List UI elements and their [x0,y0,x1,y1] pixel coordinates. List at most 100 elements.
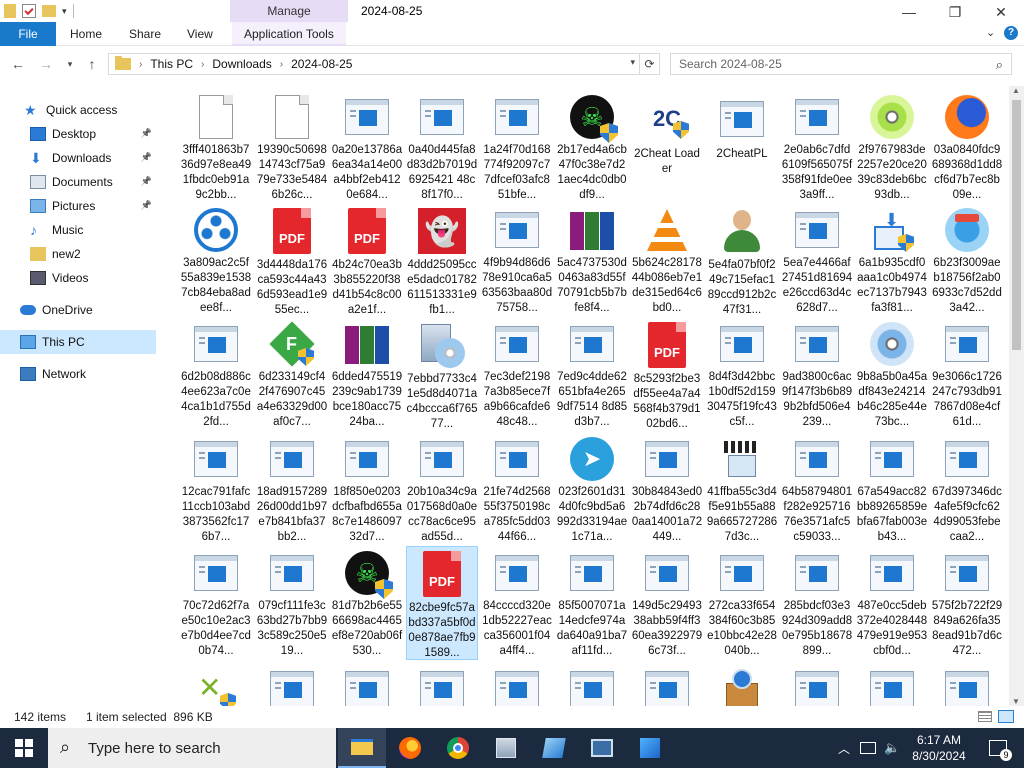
file-item[interactable]: 2C 2Cheat Loader [631,90,703,204]
file-item[interactable] [406,660,478,706]
file-item[interactable]: PDF 82cbe9fc57abd337a5bf0d0e878ae7fb91589… [406,546,478,660]
close-button[interactable]: ✕ [978,0,1024,24]
sidebar-item-videos[interactable]: Videos [0,266,156,290]
breadcrumb-this-pc[interactable]: This PC [150,57,193,71]
file-item[interactable]: 8d4f3d42bbc1b0df52d15930475f19fc43c5f... [706,317,778,431]
details-view-icon[interactable] [978,711,992,722]
file-item[interactable]: 9ad3800c6ac9f147f3b6b899b2bfd506e4239... [781,317,853,431]
file-item[interactable]: PDF 3d4448da176ca593c44a436d593ead1e955ec… [256,203,328,317]
file-item[interactable] [556,660,628,706]
file-item[interactable]: PDF 4b24c70ea3b3b855220f38d41b54c8c00a2e1… [331,203,403,317]
address-bar[interactable]: › This PC › Downloads › 2024-08-25 ▾ [108,53,640,75]
file-item[interactable]: 7ed9c4dde62651bfa4e2659df7514 8d85d3b7..… [556,317,628,431]
taskbar-app-2[interactable] [530,728,578,768]
file-item[interactable]: 64b58794801f282e92571676e3571afc5c59033.… [781,432,853,546]
file-item[interactable] [331,660,403,706]
file-item[interactable]: 6b23f3009aeb18756f2ab06933c7d52dd3a42... [931,203,1003,317]
minimize-button[interactable]: — [886,0,932,24]
sidebar-item-onedrive[interactable]: OneDrive [0,298,156,322]
file-item[interactable]: 5ac4737530d0463a83d55f70791cb5b7bfe8f4..… [556,203,628,317]
file-item[interactable]: PDF 8c5293f2be3df55ee4a7a4568f4b379d102bd… [631,317,703,431]
forward-button[interactable]: → [36,54,56,74]
sidebar-item-downloads[interactable]: ⬇ Downloads 📌 [0,146,156,170]
file-item[interactable]: 3a809ac2c5f55a839e15387cb84eba8adee8f... [180,203,252,317]
file-item[interactable]: 85f5007071a14edcfe974ada640a91ba7af11fd.… [556,546,628,660]
file-item[interactable]: 67a549acc82bb89265859ebfa67fab003eb43... [856,432,928,546]
taskbar-app-4[interactable] [626,728,674,768]
file-item[interactable]: 3fff401863b736d97e8ea491fbdc0eb91a9c2bb.… [180,90,252,204]
sidebar-item-desktop[interactable]: Desktop 📌 [0,122,156,146]
large-icons-view-icon[interactable] [998,710,1014,723]
refresh-button[interactable]: ⟳ [640,53,660,75]
file-item[interactable]: 7ebbd7733c41e5d8d4071ac4bccca6f76577... [406,317,478,431]
taskbar-search-input[interactable]: Type here to search [88,740,221,757]
scroll-up-icon[interactable]: ▲ [1012,86,1020,95]
file-item[interactable]: 03a0840fdc9689368d1dd8cf6d7b7ec8b09e... [931,90,1003,204]
up-button[interactable]: ↑ [82,54,102,74]
breadcrumb-current-folder[interactable]: 2024-08-25 [291,57,352,71]
file-item[interactable]: 41ffba55c3d4f5e91b55a889a6657272867d3c..… [706,432,778,546]
file-item[interactable] [856,660,928,706]
sidebar-item-pictures[interactable]: Pictures 📌 [0,194,156,218]
sidebar-item-documents[interactable]: Documents 📌 [0,170,156,194]
taskbar-clock[interactable]: 6:17 AM 8/30/2024 [904,732,974,764]
file-item[interactable]: 2f9767983de2257e20ce2039c83deb6bc93db... [856,90,928,204]
file-item[interactable]: 6d2b08d886c4ee623a7c0e4ca1b1d755d2fd... [180,317,252,431]
file-item[interactable]: 487e0cc5deb372e4028448479e919e953cbf0d..… [856,546,928,660]
network-status-icon[interactable] [860,742,877,754]
chevron-down-icon[interactable]: ▾ [62,6,67,17]
file-item[interactable]: ☠ 2b17ed4a6cb47f0c38e7d21aec4dc0db0df9... [556,90,628,204]
file-item[interactable]: 1a24f70d168774f92097c77dfcef03afc851bfe.… [481,90,553,204]
file-item[interactable]: ⬇ 6a1b935cdf0aaa1c0b4974ec7137b7943fa3f81… [856,203,928,317]
file-item[interactable]: ☠ 81d7b2b6e5566698ac4465ef8e720ab06f530..… [331,546,403,660]
file-item[interactable]: 18f850e0203dcfbafbd655a8c7e148609732d7..… [331,432,403,546]
sidebar-item-music[interactable]: ♪ Music [0,218,156,242]
file-item[interactable] [781,660,853,706]
vertical-scrollbar[interactable]: ▲ ▼ [1009,86,1024,706]
start-button[interactable] [0,728,48,768]
file-item[interactable]: 285bdcf03e3924d309add80e795b18678899... [781,546,853,660]
file-item[interactable]: 4f9b94d86d678e910ca6a563563baa80d75758..… [481,203,553,317]
file-item[interactable]: 0a40d445fa8d83d2b7019d6925421 48c8f17f0.… [406,90,478,204]
file-item[interactable] [256,660,328,706]
file-item[interactable]: 30b84843ed02b74dfd6c280aa14001a72449... [631,432,703,546]
file-item[interactable]: 21fe74d256855f3750198ca785fc5dd0344f66..… [481,432,553,546]
file-item[interactable]: ➤ 023f2601d314d0fc9bd5a6992d33194ae1c71a.… [556,432,628,546]
manage-context-tab[interactable]: Manage [230,0,348,22]
sidebar-item-this-pc[interactable]: This PC [0,330,156,354]
search-box[interactable]: Search 2024-08-25 ⌕ [670,53,1012,75]
tab-home[interactable]: Home [70,22,102,46]
file-item[interactable]: 18ad915728926d00dd1b97e7b841bfa37bb2... [256,432,328,546]
notification-center-button[interactable]: 9 [978,728,1018,768]
breadcrumb-downloads[interactable]: Downloads [212,57,271,71]
file-item[interactable]: 0a20e13786a6ea34a14e00a4bbf2eb4120e684..… [331,90,403,204]
file-item[interactable]: ✕ [180,660,252,706]
file-item[interactable]: 5e4fa07bf0f249c715efac189ccd912b2c47f31.… [706,203,778,317]
tab-application-tools[interactable]: Application Tools [232,22,346,46]
file-item[interactable]: 9e3066c1726247c793db917867d08e4cf61d... [931,317,1003,431]
file-item[interactable]: 149d5c2949338abb59f4ff360ea39229796c73f.… [631,546,703,660]
file-item[interactable]: 12cac791fafc11ccb103abd3873562fc176b7... [180,432,252,546]
file-item[interactable]: 7ec3def21987a3b85ece7fa9b66cafde648c48..… [481,317,553,431]
file-item[interactable]: 2e0ab6c7dfd6109f565075f358f91fde0ee3a9ff… [781,90,853,204]
file-item[interactable]: 84ccccd320e1db52227eacca356001f04a4ff4..… [481,546,553,660]
back-button[interactable]: ← [8,54,28,74]
file-item[interactable] [631,660,703,706]
file-item[interactable]: 9b8a5b0a45adf843e24214b46c285e44e73bc... [856,317,928,431]
maximize-button[interactable]: ❐ [932,0,978,24]
file-item[interactable] [481,660,553,706]
file-item[interactable]: 272ca33f654384f60c3b85e10bbc42e28040b... [706,546,778,660]
file-item[interactable]: 5b624c2817844b086eb7e1de315ed64c6bd0... [631,203,703,317]
tab-view[interactable]: View [187,22,213,46]
file-item[interactable]: 👻 4ddd25095cce5dadc01782611513331e9fb1... [406,203,478,317]
file-item[interactable]: 67d397346dc4afe5f9cfc624d99053febecaa2..… [931,432,1003,546]
properties-icon[interactable] [22,4,36,18]
file-item[interactable] [931,660,1003,706]
taskbar-firefox[interactable] [386,728,434,768]
file-item[interactable]: 079cf111fe3c63bd27b7bb93c589c250e519... [256,546,328,660]
sidebar-item-new2[interactable]: new2 [0,242,156,266]
sidebar-item-quick-access[interactable]: ★ Quick access [0,98,156,122]
new-folder-icon[interactable] [42,5,56,17]
search-input[interactable]: Search 2024-08-25 [679,57,782,71]
file-item[interactable]: 70c72d62f7ae50c10e2ac3e7b0d4ee7cd0b74... [180,546,252,660]
